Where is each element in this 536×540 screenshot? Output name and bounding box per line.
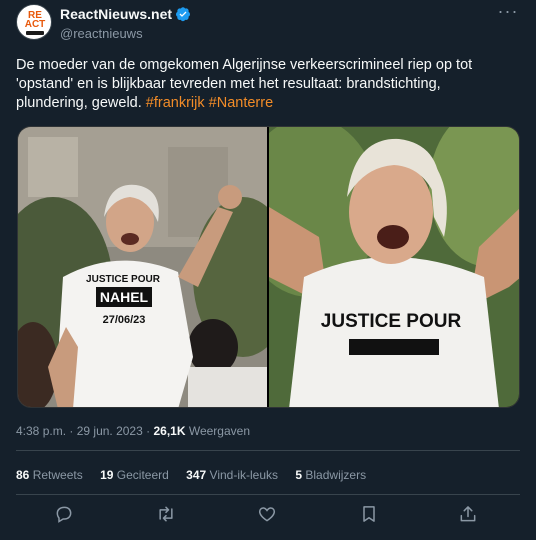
bookmarks-stat[interactable]: 5 Bladwijzers <box>295 468 366 482</box>
name-row: ReactNieuws.net <box>60 6 191 27</box>
left-shirt-line2: NAHEL <box>100 289 149 305</box>
likes-count: 347 <box>186 468 207 482</box>
bookmarks-count: 5 <box>295 468 303 482</box>
hashtag-nanterre[interactable]: #Nanterre <box>209 95 273 111</box>
tweet-meta: 4:38 p.m. · 29 jun. 2023 · 26,1K Weergav… <box>16 424 250 438</box>
likes-stat[interactable]: 347 Vind-ik-leuks <box>186 468 278 482</box>
reply-icon[interactable] <box>54 504 80 530</box>
meta-separator: · <box>69 424 74 438</box>
verified-badge-icon <box>175 6 191 27</box>
divider <box>16 450 520 451</box>
tweet-time[interactable]: 4:38 p.m. <box>16 424 66 438</box>
tweet-date[interactable]: 29 jun. 2023 <box>77 424 143 438</box>
tweet-header: RE ACT ReactNieuws.net @reactnieuws ··· <box>16 2 520 44</box>
display-name[interactable]: ReactNieuws.net <box>60 6 172 22</box>
bookmark-icon[interactable] <box>359 504 385 530</box>
tweet-actions <box>16 504 520 530</box>
retweets-count: 86 <box>16 468 30 482</box>
handle[interactable]: @reactnieuws <box>60 26 143 41</box>
tweet-text: De moeder van de omgekomen Algerijnse ve… <box>16 56 516 113</box>
hashtag-frankrijk[interactable]: #frankrijk <box>146 95 205 111</box>
likes-label: Vind-ik-leuks <box>209 468 279 482</box>
media-grid[interactable]: JUSTICE POUR NAHEL 27/06/23 JUSTICE POUR <box>17 126 520 408</box>
divider <box>16 494 520 495</box>
meta-separator: · <box>146 424 151 438</box>
avatar[interactable]: RE ACT <box>16 4 52 40</box>
more-options-icon[interactable]: ··· <box>496 2 520 28</box>
bookmarks-label: Bladwijzers <box>305 468 367 482</box>
quotes-label: Geciteerd <box>116 468 169 482</box>
like-icon[interactable] <box>257 504 283 530</box>
left-shirt-line1: JUSTICE POUR <box>86 274 161 285</box>
retweets-label: Retweets <box>32 468 83 482</box>
left-shirt-line3: 27/06/23 <box>103 314 146 326</box>
views-count: 26,1K <box>153 424 186 438</box>
avatar-logo-bar <box>26 31 44 35</box>
retweet-icon[interactable] <box>156 504 182 530</box>
share-icon[interactable] <box>458 504 484 530</box>
quotes-stat[interactable]: 19 Geciteerd <box>100 468 169 482</box>
photo-right[interactable]: JUSTICE POUR <box>269 127 519 407</box>
tweet: RE ACT ReactNieuws.net @reactnieuws ··· … <box>0 0 536 540</box>
avatar-logo-line2: ACT <box>24 19 46 30</box>
retweets-stat[interactable]: 86 Retweets <box>16 468 83 482</box>
photo-left[interactable]: JUSTICE POUR NAHEL 27/06/23 <box>18 127 267 407</box>
quotes-count: 19 <box>100 468 114 482</box>
tweet-stats: 86 Retweets 19 Geciteerd 347 Vind-ik-leu… <box>16 468 380 482</box>
views-label: Weergaven <box>188 424 250 438</box>
right-shirt-line1: JUSTICE POUR <box>321 311 462 332</box>
